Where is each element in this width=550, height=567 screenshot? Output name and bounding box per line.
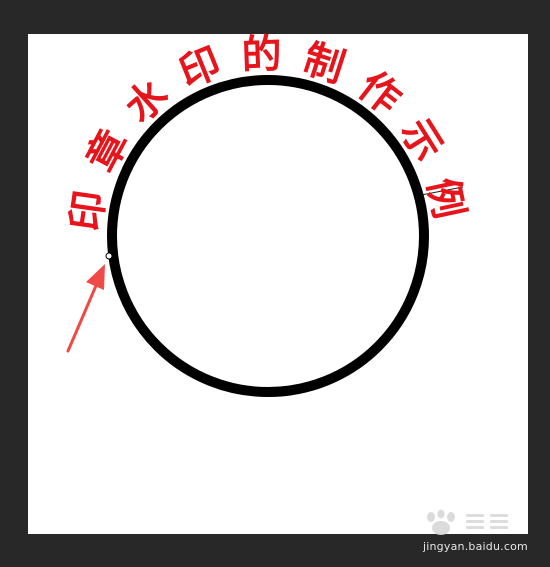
watermark-url: jingyan.baidu.com: [423, 540, 528, 553]
arrow-icon: [66, 264, 105, 353]
arc-text-char: 例: [418, 174, 472, 223]
arc-text-char: 的: [241, 30, 283, 78]
arc-text: 印章水印的制作示例: [62, 30, 472, 233]
circle-ring[interactable]: [107, 75, 429, 397]
arc-text-char: 印: [62, 188, 114, 234]
arc-text-char: 水: [116, 70, 178, 132]
path-anchor-point[interactable]: [105, 252, 113, 260]
artwork: 印章水印的制作示例: [62, 30, 473, 397]
